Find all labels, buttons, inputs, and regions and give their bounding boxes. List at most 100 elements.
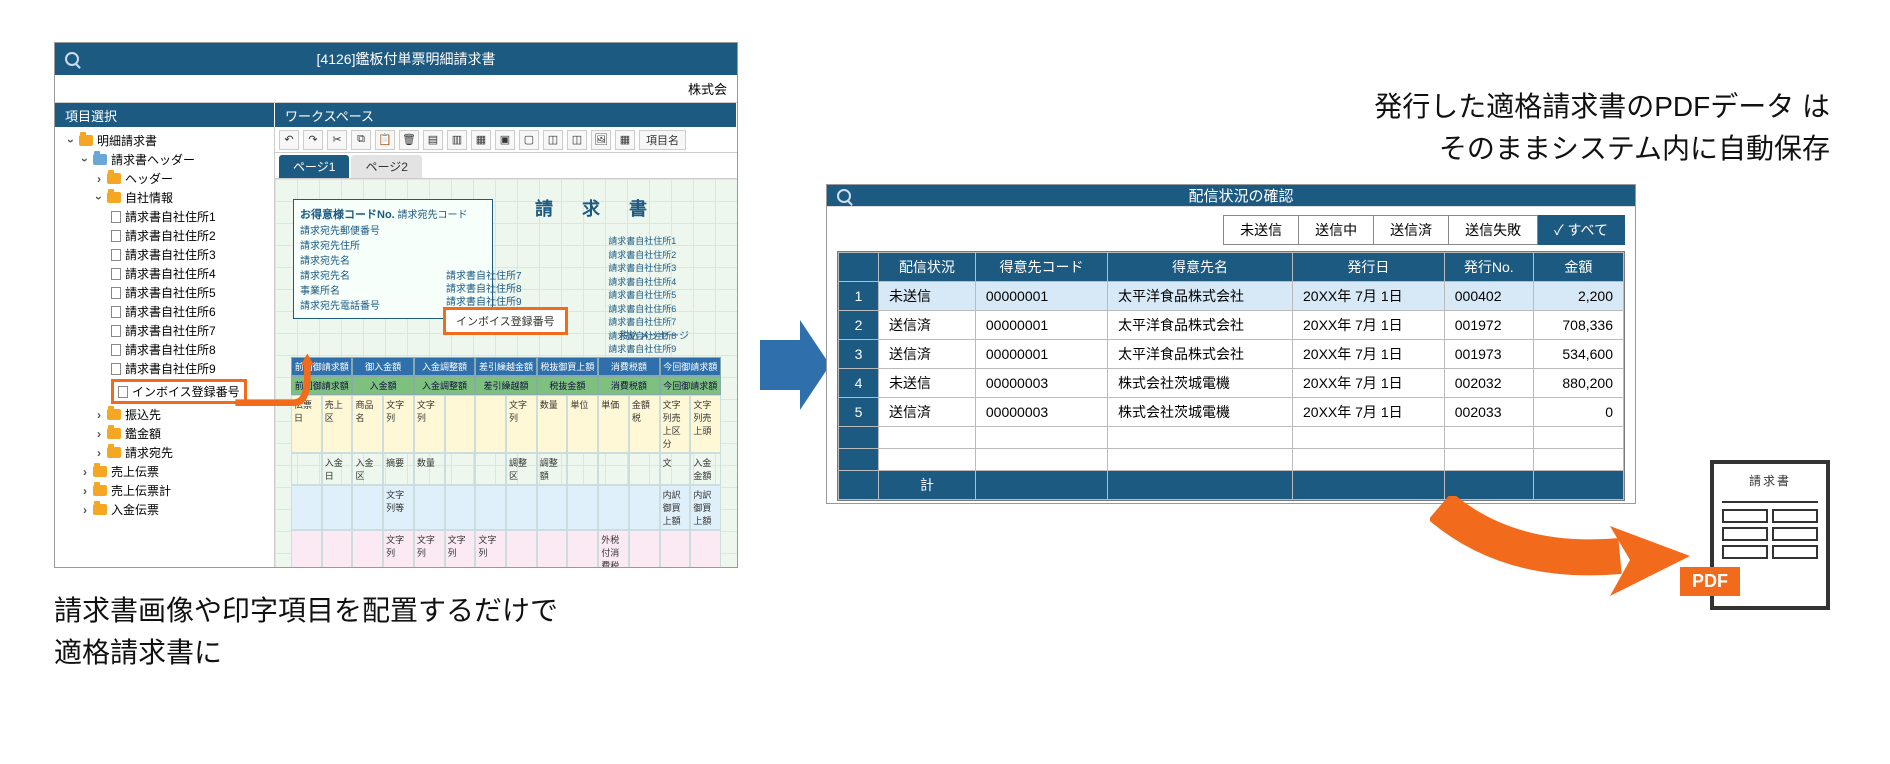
filter-row: 未送信 送信中 送信済 送信失敗 すべて — [827, 207, 1635, 251]
panel-headers: 項目選択 ワークスペース — [55, 103, 737, 127]
layer-back-button[interactable]: ▢ — [519, 130, 539, 150]
caption-left: 請求書画像や印字項目を配置するだけで 適格請求書に — [54, 590, 558, 674]
tree-addr-7[interactable]: 請求書自社住所7 — [111, 321, 274, 340]
image-button[interactable]: 🖼 — [591, 130, 611, 150]
document-icon — [111, 344, 121, 356]
tree-addr-4[interactable]: 請求書自社住所4 — [111, 264, 274, 283]
designer-titlebar: [4126]鑑板付単票明細請求書 — [55, 43, 737, 75]
document-icon — [111, 325, 121, 337]
tree-transfer[interactable]: 振込先 — [97, 405, 274, 424]
table-row-empty — [839, 427, 1624, 449]
tree-bill-to[interactable]: 請求宛先 — [97, 443, 274, 462]
tree-invoice-item[interactable]: インボイス登録番号 — [111, 378, 274, 405]
align-left-button[interactable]: ▤ — [423, 130, 443, 150]
tree-receipt[interactable]: 入金伝票 — [83, 500, 274, 519]
designer-title: [4126]鑑板付単票明細請求書 — [85, 49, 727, 69]
fieldname-button[interactable]: 項目名 — [639, 130, 686, 150]
pdf-badge: PDF — [1680, 567, 1740, 596]
document-icon — [111, 211, 121, 223]
copy-button[interactable]: ⧉ — [351, 130, 371, 150]
align-center-button[interactable]: ▥ — [447, 130, 467, 150]
delivery-titlebar: 配信状況の確認 — [827, 185, 1635, 206]
designer-window: [4126]鑑板付単票明細請求書 株式会 項目選択 ワークスペース 明細請求書 … — [54, 42, 738, 568]
workspace-toolbar: ↶ ↷ ✂ ⧉ 📋 🗑 ▤ ▥ ▦ ▣ ▢ ◫ ◫ 🖼 ▦ 項目名 — [275, 127, 737, 153]
form-canvas[interactable]: 請 求 書 お得意様コードNo. 請求宛先コード 請求宛先郵便番号 請求宛先住所… — [275, 179, 737, 567]
workspace: ↶ ↷ ✂ ⧉ 📋 🗑 ▤ ▥ ▦ ▣ ▢ ◫ ◫ 🖼 ▦ 項目名 ページ1 ペ… — [275, 127, 737, 567]
table-row[interactable]: 3送信済00000001太平洋食品株式会社20XX年 7月 1日00197353… — [839, 340, 1624, 369]
tree-own-info-label: 自社情報 — [125, 189, 173, 206]
tree-addr-9[interactable]: 請求書自社住所9 — [111, 359, 274, 378]
field-tree[interactable]: 明細請求書 請求書ヘッダー ヘッダー 自社情報 — [55, 127, 275, 567]
caption-left-line1: 請求書画像や印字項目を配置するだけで — [54, 590, 558, 632]
cut-button[interactable]: ✂ — [327, 130, 347, 150]
caption-right-line2: そのままシステム内に自動保存 — [1374, 128, 1830, 170]
tree-transfer-label: 振込先 — [125, 406, 161, 423]
document-icon — [111, 249, 121, 261]
delivery-grid[interactable]: 配信状況得意先コード得意先名発行日発行No.金額 1未送信00000001太平洋… — [837, 251, 1625, 501]
tree-header-group[interactable]: 請求書ヘッダー — [83, 150, 274, 169]
document-icon — [111, 268, 121, 280]
redo-button[interactable]: ↷ — [303, 130, 323, 150]
search-icon[interactable] — [837, 189, 851, 203]
tree-root[interactable]: 明細請求書 — [69, 131, 274, 150]
pdf-output-icon: 請求書 PDF — [1690, 460, 1830, 630]
document-icon — [111, 306, 121, 318]
tree-invoice-label: インボイス登録番号 — [132, 383, 240, 400]
form-tax-message: 税込メッセージ — [619, 327, 689, 342]
form-detail-table: 前回御請求額御入金額入金調整額差引繰越金額税抜御買上額消費税額今回御請求額 前回… — [291, 357, 721, 567]
tree-header-sub[interactable]: ヘッダー — [97, 169, 274, 188]
caption-right-line1: 発行した適格請求書のPDFデータ は — [1374, 86, 1830, 128]
caption-left-line2: 適格請求書に — [54, 632, 558, 674]
table-row[interactable]: 2送信済00000001太平洋食品株式会社20XX年 7月 1日00197270… — [839, 311, 1624, 340]
search-icon[interactable] — [65, 52, 79, 66]
designer-subbar: 株式会 — [55, 75, 737, 103]
ungroup-button[interactable]: ◫ — [567, 130, 587, 150]
tree-addr-5[interactable]: 請求書自社住所5 — [111, 283, 274, 302]
filter-unsent[interactable]: 未送信 — [1223, 215, 1299, 245]
document-icon — [118, 386, 128, 398]
form-invoice-field[interactable]: 請求書自社住所7 請求書自社住所8 請求書自社住所9 インボイス登録番号 — [443, 307, 568, 335]
company-label: 株式会 — [688, 82, 727, 97]
undo-button[interactable]: ↶ — [279, 130, 299, 150]
tree-sales-slip[interactable]: 売上伝票 — [83, 462, 274, 481]
tree-addr-3[interactable]: 請求書自社住所3 — [111, 245, 274, 264]
table-row[interactable]: 1未送信00000001太平洋食品株式会社20XX年 7月 1日0004022,… — [839, 282, 1624, 311]
filter-sending[interactable]: 送信中 — [1299, 215, 1374, 245]
delete-button[interactable]: 🗑 — [399, 130, 419, 150]
tree-addr-8[interactable]: 請求書自社住所8 — [111, 340, 274, 359]
document-icon — [111, 230, 121, 242]
table-row-empty — [839, 449, 1624, 471]
group-button[interactable]: ◫ — [543, 130, 563, 150]
caption-right: 発行した適格請求書のPDFデータ は そのままシステム内に自動保存 — [1374, 86, 1830, 170]
filter-all[interactable]: すべて — [1538, 215, 1625, 245]
delivery-title: 配信状況の確認 — [857, 185, 1625, 206]
tree-sales-slip-total[interactable]: 売上伝票計 — [83, 481, 274, 500]
table-row[interactable]: 4未送信00000003株式会社茨城電機20XX年 7月 1日002032880… — [839, 369, 1624, 398]
tree-addr-6[interactable]: 請求書自社住所6 — [111, 302, 274, 321]
document-icon — [111, 287, 121, 299]
tree-header-sub-label: ヘッダー — [125, 170, 173, 187]
tree-addr-2[interactable]: 請求書自社住所2 — [111, 226, 274, 245]
table-row[interactable]: 5送信済00000003株式会社茨城電機20XX年 7月 1日0020330 — [839, 398, 1624, 427]
tree-root-label: 明細請求書 — [97, 132, 157, 149]
tree-addr-1[interactable]: 請求書自社住所1 — [111, 207, 274, 226]
filter-failed[interactable]: 送信失敗 — [1449, 215, 1538, 245]
filter-sent[interactable]: 送信済 — [1374, 215, 1449, 245]
tree-receipt-label: 入金伝票 — [111, 501, 159, 518]
grid-button[interactable]: ▦ — [615, 130, 635, 150]
panel-header-right: ワークスペース — [275, 103, 737, 127]
tab-page2[interactable]: ページ2 — [351, 155, 421, 178]
tree-sales-slip-label: 売上伝票 — [111, 463, 159, 480]
tree-tax-amount[interactable]: 鑑金額 — [97, 424, 274, 443]
tree-own-info[interactable]: 自社情報 — [97, 188, 274, 207]
tree-bill-to-label: 請求宛先 — [125, 444, 173, 461]
document-icon — [111, 363, 121, 375]
delivery-status-window: 配信状況の確認 未送信 送信中 送信済 送信失敗 すべて 配信状況得意先コード得… — [826, 184, 1636, 504]
tree-sales-slip-total-label: 売上伝票計 — [111, 482, 171, 499]
layer-front-button[interactable]: ▣ — [495, 130, 515, 150]
form-own-address-list: 請求書自社住所1請求書自社住所2請求書自社住所3請求書自社住所4請求書自社住所5… — [608, 235, 689, 370]
tree-tax-amount-label: 鑑金額 — [125, 425, 161, 442]
tab-page1[interactable]: ページ1 — [279, 155, 349, 178]
paste-button[interactable]: 📋 — [375, 130, 395, 150]
align-right-button[interactable]: ▦ — [471, 130, 491, 150]
